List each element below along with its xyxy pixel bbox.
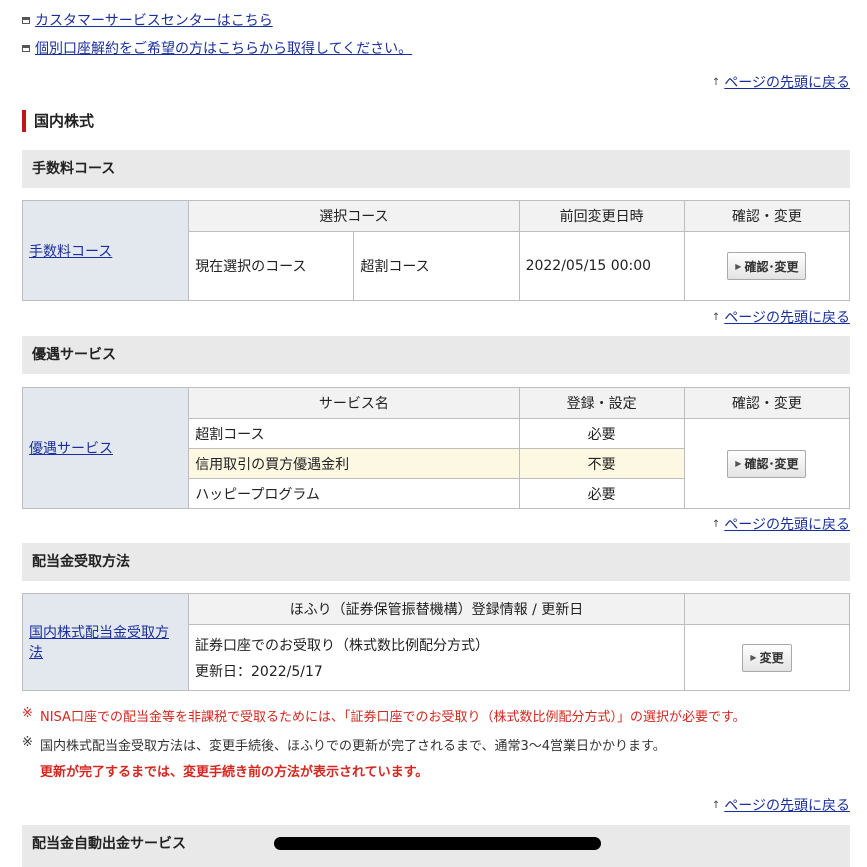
fee-course-header-confirm: 確認・変更 (683, 200, 851, 232)
triangle-right-icon: ▶ (750, 653, 757, 662)
window-icon (22, 44, 30, 52)
fee-course-left-cell: 手数料コース (21, 200, 190, 301)
dividend-table: 国内株式配当金受取方法 ほふり（証券保管振替機構）登録情報 / 更新日 証券口座… (22, 593, 850, 691)
arrow-up-icon: ↑ (711, 799, 721, 811)
update-note-text: 国内株式配当金受取方法は、変更手続後、ほふりでの更新が完了されるまで、通常3〜4… (40, 739, 666, 754)
service-header-status: 登録・設定 (518, 387, 685, 419)
dividend-change-label: 変更 (759, 651, 784, 665)
fee-course-confirm-button[interactable]: ▶ 確認･変更 (727, 252, 807, 280)
service-confirm-button[interactable]: ▶ 確認･変更 (727, 449, 807, 478)
warning-note: 更新が完了するまでは、変更手続き前の方法が表示されています。 (40, 765, 429, 780)
customer-center-link-row: カスタマーサービスセンターはこちら (22, 10, 273, 30)
back-to-top-link[interactable]: ページの先頭に戻る (724, 795, 850, 815)
dividend-header-empty (684, 593, 850, 625)
dividend-updated: 更新日：2022/5/17 (195, 663, 323, 680)
service-row-name: 信用取引の買方優遇金利 (188, 448, 520, 479)
section-title: 国内株式 (22, 110, 94, 132)
fee-course-subhead: 手数料コース (22, 150, 850, 188)
dividend-method: 証券口座でのお受取り（株式数比例配分方式） (195, 637, 489, 654)
service-row-status: 不要 (518, 448, 685, 479)
fee-course-date: 2022/05/15 00:00 (518, 231, 685, 301)
arrow-up-icon: ↑ (711, 311, 721, 323)
fee-course-link[interactable]: 手数料コース (29, 244, 112, 260)
note-mark: ※ (22, 735, 33, 750)
service-link[interactable]: 優遇サービス (29, 441, 113, 457)
back-to-top-1: ↑ ページの先頭に戻る (712, 72, 850, 92)
service-row-status: 必要 (518, 418, 685, 449)
account-cancel-link-row: 個別口座解約をご希望の方はこちらから取得してください。 (22, 38, 412, 58)
arrow-up-icon: ↑ (711, 76, 721, 88)
service-confirm-label: 確認･変更 (744, 457, 799, 471)
service-row-status: 必要 (518, 478, 685, 509)
home-indicator (274, 837, 601, 850)
service-table: 優遇サービス サービス名 登録・設定 確認・変更 超割コース 必要 ▶ 確認･変… (21, 387, 851, 509)
dividend-method-cell: 証券口座でのお受取り（株式数比例配分方式） 更新日：2022/5/17 (188, 624, 685, 691)
dividend-header: ほふり（証券保管振替機構）登録情報 / 更新日 (188, 593, 685, 625)
service-left-cell: 優遇サービス (21, 387, 190, 509)
fee-course-confirm-label: 確認･変更 (744, 259, 799, 274)
service-row-name: 超割コース (188, 418, 520, 449)
service-subhead: 優遇サービス (22, 336, 850, 374)
service-header-name: サービス名 (188, 387, 520, 419)
fee-course-value: 超割コース (353, 231, 520, 301)
fee-course-table: 手数料コース 選択コース 前回変更日時 確認・変更 現在選択のコース 超割コース… (21, 200, 851, 301)
triangle-right-icon: ▶ (735, 459, 742, 468)
update-note: ※ 国内株式配当金受取方法は、変更手続後、ほふりでの更新が完了されるまで、通常3… (22, 735, 666, 754)
account-cancel-link[interactable]: 個別口座解約をご希望の方はこちらから取得してください。 (35, 38, 412, 58)
window-icon (22, 16, 30, 24)
service-row-name: ハッピープログラム (188, 478, 520, 509)
nisa-note-text: NISA口座での配当金等を非課税で受取るためには、「証券口座でのお受取り（株式数… (40, 710, 746, 725)
back-to-top-link[interactable]: ページの先頭に戻る (724, 514, 850, 534)
dividend-subhead: 配当金受取方法 (22, 543, 850, 581)
back-to-top-3: ↑ ページの先頭に戻る (712, 514, 850, 534)
back-to-top-2: ↑ ページの先頭に戻る (712, 307, 850, 327)
back-to-top-4: ↑ ページの先頭に戻る (712, 795, 850, 815)
dividend-change-cell: ▶ 変更 (684, 624, 850, 691)
arrow-up-icon: ↑ (711, 518, 721, 530)
back-to-top-link[interactable]: ページの先頭に戻る (724, 307, 850, 327)
fee-course-label: 現在選択のコース (188, 231, 355, 301)
dividend-method-link[interactable]: 国内株式配当金受取方法 (29, 625, 169, 661)
fee-course-header-date: 前回変更日時 (518, 200, 685, 232)
fee-course-confirm-cell: ▶ 確認･変更 (683, 231, 851, 301)
nisa-note: ※ NISA口座での配当金等を非課税で受取るためには、「証券口座でのお受取り（株… (22, 706, 746, 725)
service-header-confirm: 確認・変更 (683, 387, 851, 419)
fee-course-header-course: 選択コース (188, 200, 520, 232)
customer-center-link[interactable]: カスタマーサービスセンターはこちら (35, 10, 273, 30)
dividend-change-button[interactable]: ▶ 変更 (742, 643, 792, 672)
dividend-left-cell: 国内株式配当金受取方法 (22, 593, 189, 691)
triangle-right-icon: ▶ (735, 261, 742, 271)
service-confirm-cell: ▶ 確認･変更 (683, 418, 851, 509)
back-to-top-link[interactable]: ページの先頭に戻る (724, 72, 850, 92)
note-mark: ※ (22, 706, 33, 721)
